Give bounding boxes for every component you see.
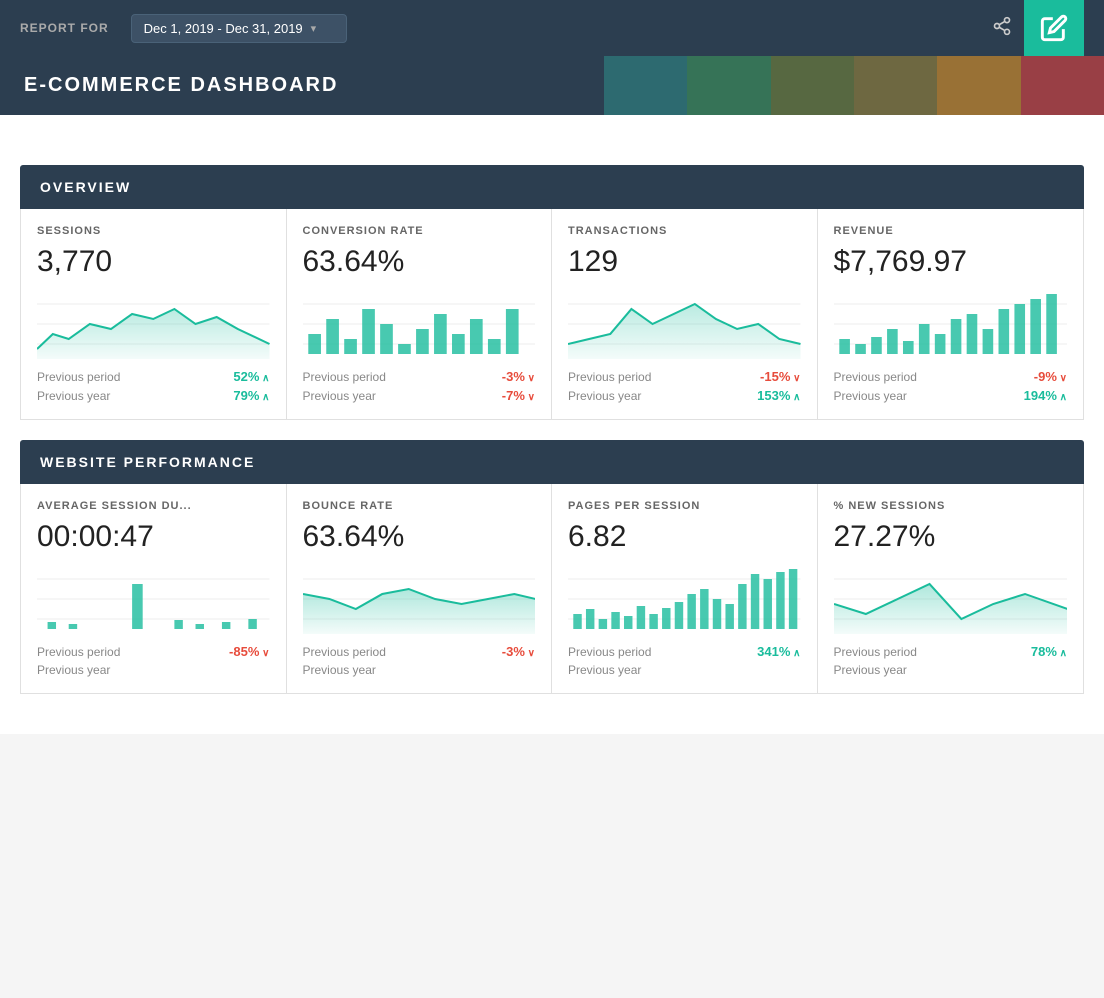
chevron-down-icon: ▾ [311,22,317,35]
overview-header: OVERVIEW [20,165,1084,209]
pages-per-session-chart [568,564,801,634]
new-sessions-prev-period: Previous period 78% [834,644,1068,659]
conversion-rate-label: CONVERSION RATE [303,225,536,237]
bounce-rate-card: BOUNCE RATE 63.64% [287,484,553,693]
revenue-prev-period: Previous period -9% [834,369,1068,384]
new-sessions-value: 27.27% [834,520,1068,554]
transactions-value: 129 [568,245,801,279]
overview-section: OVERVIEW SESSIONS 3,770 [20,165,1084,420]
revenue-value: $7,769.97 [834,245,1068,279]
website-performance-cards-grid: AVERAGE SESSION DU... 00:00:47 [20,484,1084,694]
transactions-card: TRANSACTIONS 129 [552,209,818,419]
conversion-rate-chart [303,289,536,359]
dashboard-title: E-COMMERCE DASHBOARD [24,74,1080,97]
pages-per-session-prev-year: Previous year [568,663,801,677]
conversion-rate-card: CONVERSION RATE 63.64% [287,209,553,419]
avg-session-duration-chart [37,564,270,634]
revenue-prev-year: Previous year 194% [834,388,1068,403]
avg-session-duration-card: AVERAGE SESSION DU... 00:00:47 [21,484,287,693]
new-sessions-label: % NEW SESSIONS [834,500,1068,512]
share-button[interactable] [980,8,1024,49]
revenue-chart [834,289,1068,359]
transactions-label: TRANSACTIONS [568,225,801,237]
conversion-prev-year: Previous year -7% [303,388,536,403]
website-performance-section: WEBSITE PERFORMANCE AVERAGE SESSION DU..… [20,440,1084,694]
new-sessions-card: % NEW SESSIONS 27.27% [818,484,1084,693]
sessions-metrics: Previous period 52% Previous year 79% [37,369,270,403]
date-range-value: Dec 1, 2019 - Dec 31, 2019 [144,21,303,36]
pages-per-session-card: PAGES PER SESSION 6.82 [552,484,818,693]
pages-per-session-prev-period: Previous period 341% [568,644,801,659]
edit-button[interactable] [1024,0,1084,56]
transactions-chart [568,289,801,359]
bounce-rate-chart [303,564,536,634]
pages-per-session-metrics: Previous period 341% Previous year [568,644,801,677]
date-range-selector[interactable]: Dec 1, 2019 - Dec 31, 2019 ▾ [131,14,348,43]
bounce-rate-metrics: Previous period -3% Previous year [303,644,536,677]
bounce-rate-prev-period: Previous period -3% [303,644,536,659]
transactions-prev-year: Previous year 153% [568,388,801,403]
sessions-label: SESSIONS [37,225,270,237]
avg-session-duration-prev-year: Previous year [37,663,270,677]
bounce-rate-label: BOUNCE RATE [303,500,536,512]
main-content: OVERVIEW SESSIONS 3,770 [0,165,1104,734]
transactions-prev-period: Previous period -15% [568,369,801,384]
top-bar-right [980,0,1084,56]
avg-session-duration-metrics: Previous period -85% Previous year [37,644,270,677]
avg-session-duration-value: 00:00:47 [37,520,270,554]
sessions-prev-period: Previous period 52% [37,369,270,384]
revenue-metrics: Previous period -9% Previous year 194% [834,369,1068,403]
transactions-metrics: Previous period -15% Previous year 153% [568,369,801,403]
revenue-card: REVENUE $7,769.97 [818,209,1084,419]
title-bar: E-COMMERCE DASHBOARD [0,56,1104,115]
conversion-prev-period: Previous period -3% [303,369,536,384]
revenue-label: REVENUE [834,225,1068,237]
pages-per-session-label: PAGES PER SESSION [568,500,801,512]
bounce-rate-value: 63.64% [303,520,536,554]
top-bar: REPORT FOR Dec 1, 2019 - Dec 31, 2019 ▾ [0,0,1104,56]
avg-session-duration-prev-period: Previous period -85% [37,644,270,659]
sessions-card: SESSIONS 3,770 [21,209,287,419]
conversion-rate-value: 63.64% [303,245,536,279]
sessions-value: 3,770 [37,245,270,279]
conversion-metrics: Previous period -3% Previous year -7% [303,369,536,403]
new-sessions-metrics: Previous period 78% Previous year [834,644,1068,677]
website-performance-header: WEBSITE PERFORMANCE [20,440,1084,484]
report-for-label: REPORT FOR [20,21,109,35]
new-sessions-chart [834,564,1068,634]
sessions-chart [37,289,270,359]
new-sessions-prev-year: Previous year [834,663,1068,677]
overview-cards-grid: SESSIONS 3,770 [20,209,1084,420]
header-spacer [0,115,1104,165]
top-bar-left: REPORT FOR Dec 1, 2019 - Dec 31, 2019 ▾ [20,14,347,43]
bounce-rate-prev-year: Previous year [303,663,536,677]
avg-session-duration-label: AVERAGE SESSION DU... [37,500,270,512]
sessions-prev-year: Previous year 79% [37,388,270,403]
pages-per-session-value: 6.82 [568,520,801,554]
